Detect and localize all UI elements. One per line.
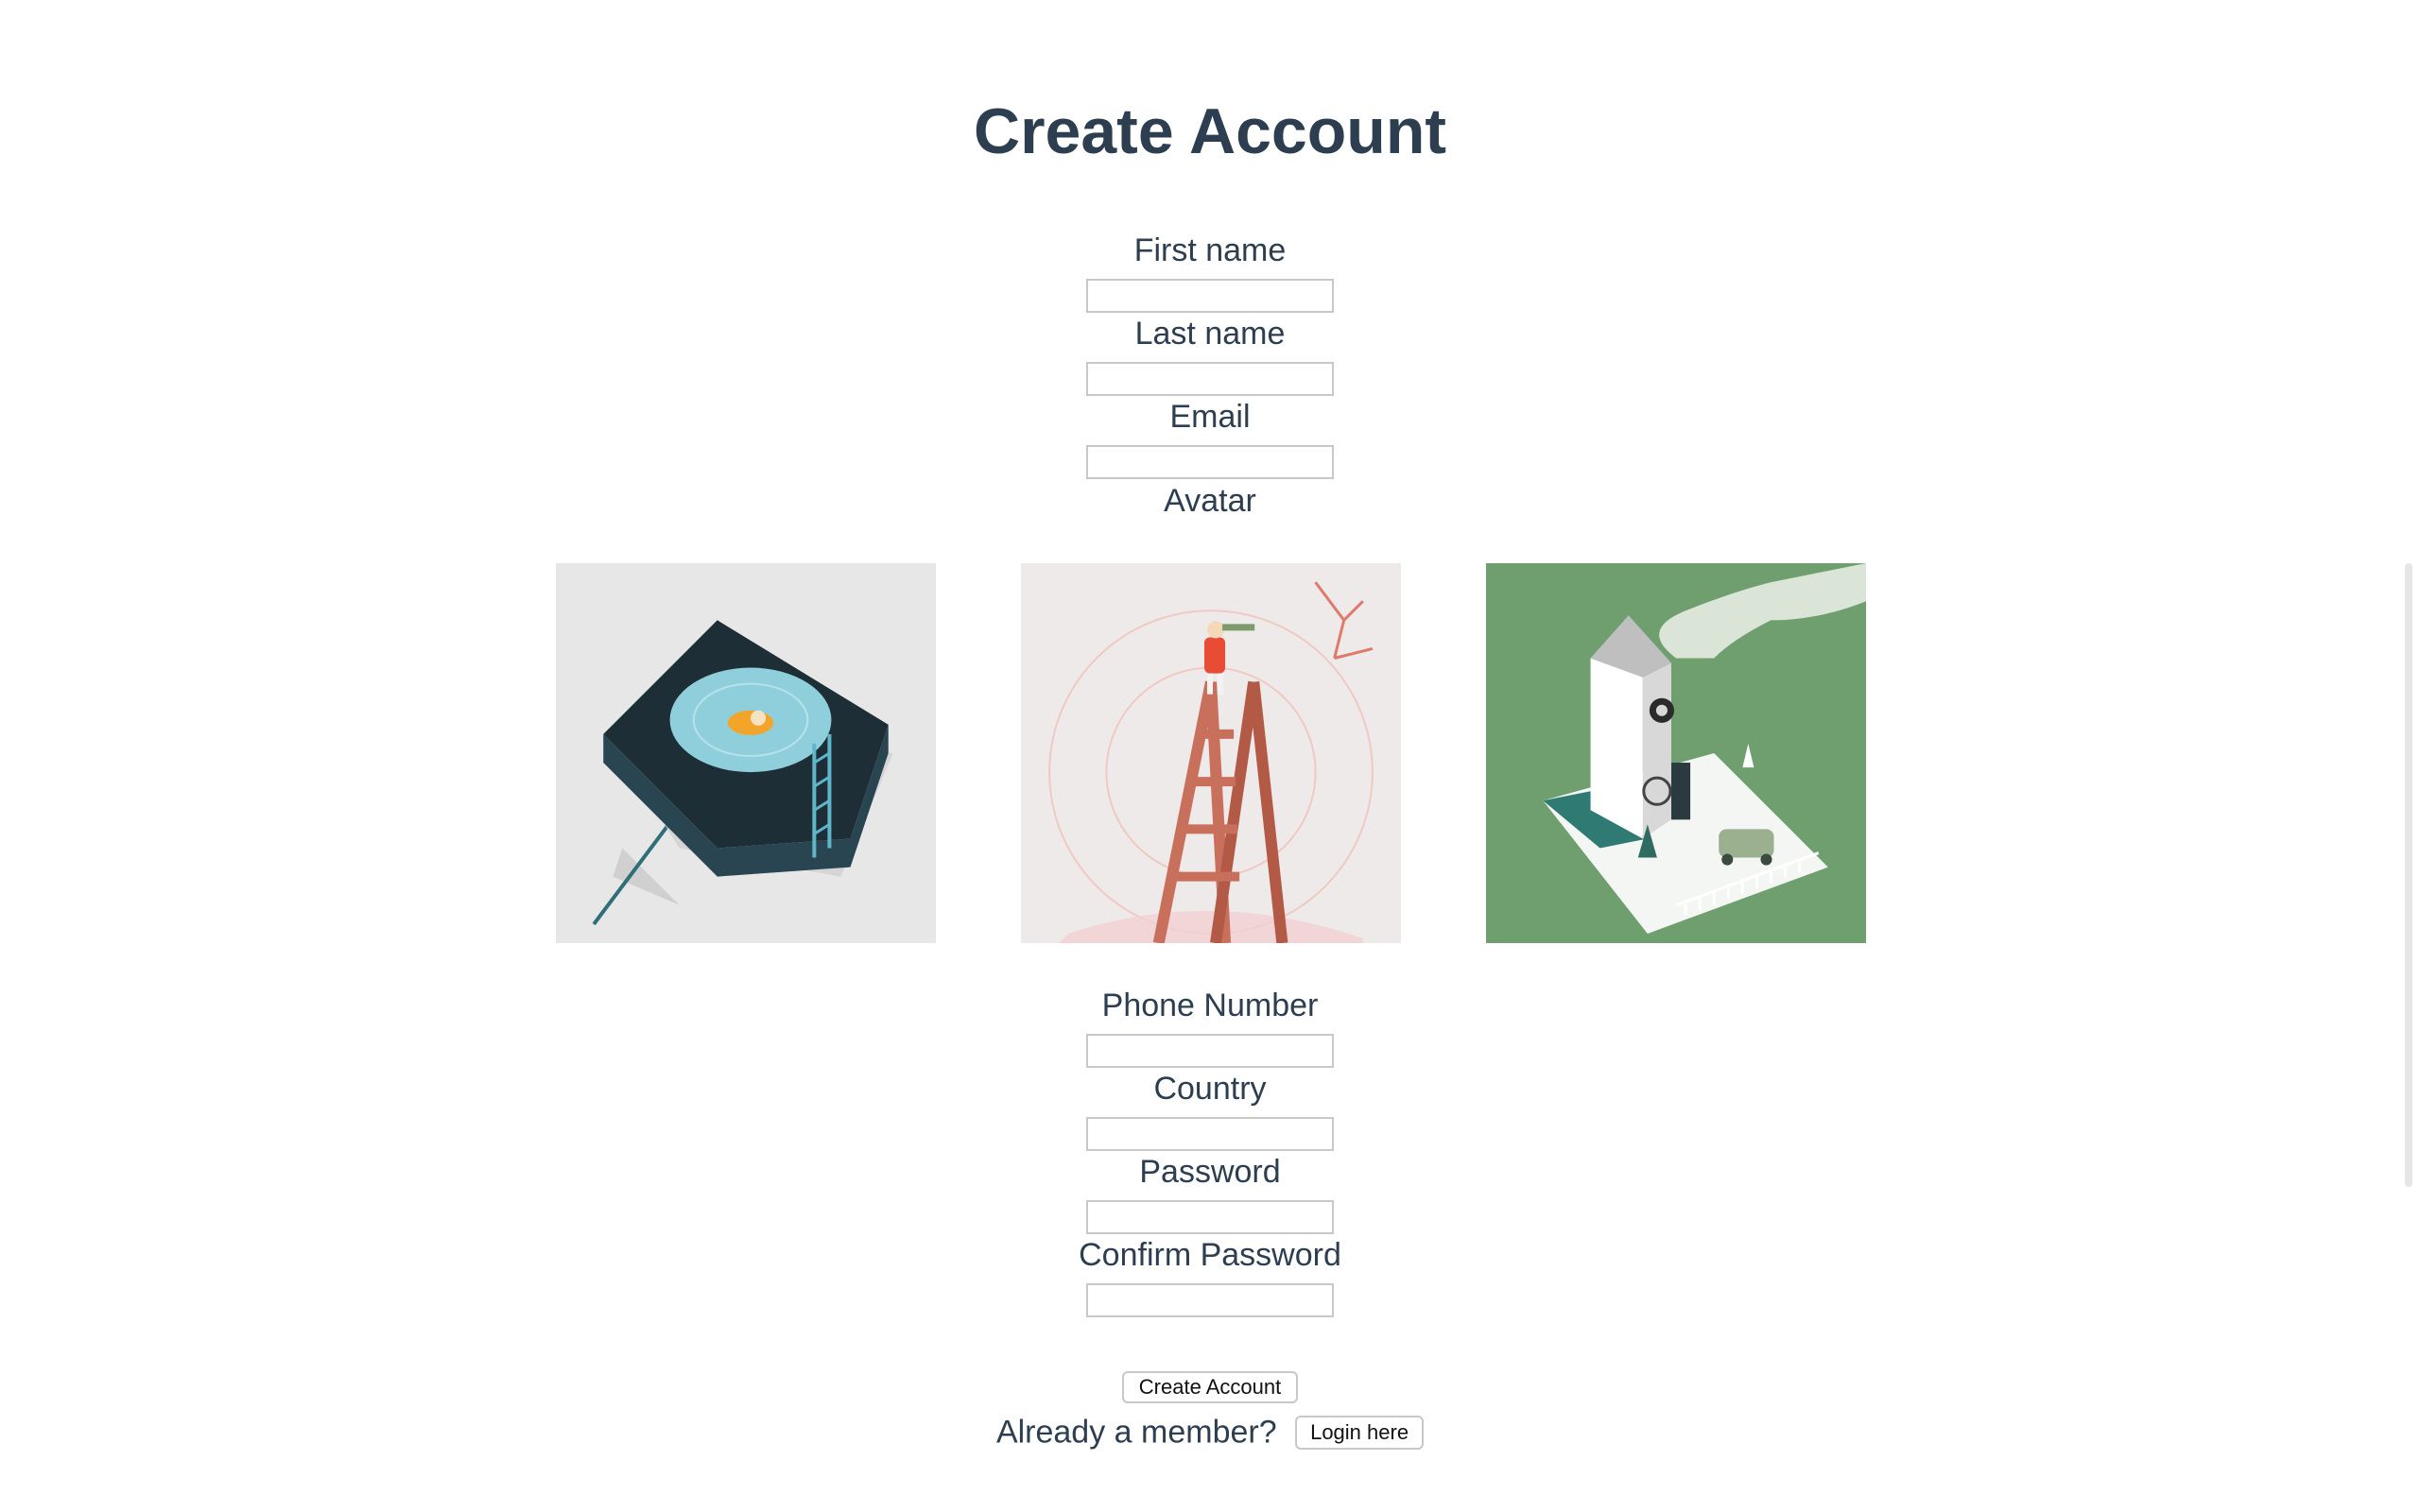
avatar-options	[556, 563, 1866, 943]
password-group: Password	[0, 1153, 2420, 1234]
scrollbar[interactable]	[2405, 563, 2412, 1187]
phone-group: Phone Number	[0, 987, 2420, 1068]
country-input[interactable]	[1086, 1117, 1334, 1151]
pool-island-icon	[556, 563, 936, 943]
email-label: Email	[1169, 399, 1251, 435]
confirm-password-input[interactable]	[1086, 1283, 1334, 1317]
email-input[interactable]	[1086, 445, 1334, 479]
phone-input[interactable]	[1086, 1034, 1334, 1068]
first-name-label: First name	[1133, 232, 1287, 268]
confirm-password-group: Confirm Password	[0, 1236, 2420, 1317]
last-name-input[interactable]	[1086, 362, 1334, 396]
country-label: Country	[1153, 1071, 1267, 1107]
create-account-page: Create Account First name Last name Emai…	[0, 0, 2420, 1512]
confirm-password-label: Confirm Password	[1079, 1237, 1341, 1273]
avatar-label: Avatar	[1164, 483, 1256, 519]
page-title: Create Account	[973, 95, 1447, 167]
last-name-group: Last name	[0, 315, 2420, 396]
password-input[interactable]	[1086, 1200, 1334, 1234]
first-name-group: First name	[0, 232, 2420, 313]
create-account-button[interactable]: Create Account	[1121, 1371, 1299, 1403]
ladder-telescope-icon	[1021, 563, 1401, 943]
login-button[interactable]: Login here	[1295, 1416, 1425, 1451]
member-row: Already a member? Login here	[0, 1413, 2420, 1452]
last-name-label: Last name	[1134, 316, 1286, 352]
already-member-text: Already a member?	[995, 1414, 1277, 1451]
submit-row: Create Account	[0, 1371, 2420, 1403]
avatar-option-house[interactable]	[1486, 563, 1866, 943]
phone-label: Phone Number	[1101, 988, 1319, 1023]
avatar-option-pool[interactable]	[556, 563, 936, 943]
cuckoo-house-icon	[1486, 563, 1866, 943]
avatar-option-ladder[interactable]	[1021, 563, 1401, 943]
password-label: Password	[1139, 1154, 1281, 1190]
first-name-input[interactable]	[1086, 279, 1334, 313]
email-group: Email	[0, 398, 2420, 479]
country-group: Country	[0, 1070, 2420, 1151]
